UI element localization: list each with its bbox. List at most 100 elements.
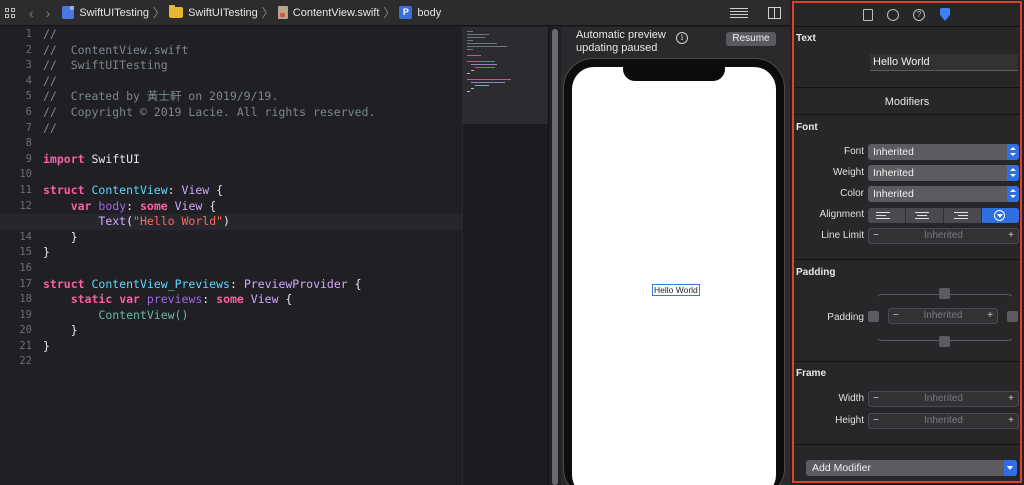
source-code[interactable]: // // ContentView.swift // SwiftUITestin… bbox=[0, 27, 462, 370]
line-number: 7 bbox=[25, 121, 32, 134]
scrollbar-thumb[interactable] bbox=[552, 29, 558, 485]
line-number: 2 bbox=[25, 43, 32, 56]
jump-bar: ‹ › SwiftUITesting 〉 SwiftUITesting 〉 Co… bbox=[0, 0, 790, 26]
line-number: 15 bbox=[19, 246, 32, 259]
code-line-active: Text("Hello World") bbox=[0, 214, 462, 230]
resume-button[interactable]: Resume bbox=[726, 32, 776, 46]
line-number: 6 bbox=[25, 105, 32, 118]
line-number: 4 bbox=[25, 74, 32, 87]
line-number: 14 bbox=[19, 230, 32, 243]
code-line: ContentView() bbox=[98, 307, 189, 322]
breadcrumb-separator: 〉 bbox=[261, 6, 274, 20]
align-center-icon[interactable] bbox=[906, 208, 944, 223]
chevron-down-icon bbox=[1004, 460, 1017, 476]
divider bbox=[794, 87, 1020, 88]
increment-button[interactable]: + bbox=[1008, 229, 1014, 243]
decrement-button[interactable]: − bbox=[873, 229, 879, 243]
code-line: struct ContentView_Previews: PreviewProv… bbox=[43, 276, 362, 291]
increment-button[interactable]: + bbox=[1008, 392, 1014, 406]
attributes-inspector-icon[interactable] bbox=[939, 8, 951, 21]
related-items-grid-icon[interactable] bbox=[5, 7, 15, 18]
preview-paused-message: Automatic preview updating paused bbox=[576, 29, 666, 54]
code-line: } bbox=[43, 245, 50, 260]
breadcrumb-file[interactable]: ContentView.swift bbox=[293, 7, 380, 19]
padding-leading-checkbox[interactable] bbox=[868, 311, 879, 322]
line-limit-stepper[interactable]: − Inherited + bbox=[868, 228, 1019, 244]
breadcrumb-group[interactable]: SwiftUITesting bbox=[188, 7, 258, 19]
preview-hello-text[interactable]: Hello World bbox=[652, 284, 700, 296]
weight-popup[interactable]: Inherited bbox=[868, 165, 1019, 181]
modifiers-title: Modifiers bbox=[884, 96, 930, 108]
color-label: Color bbox=[840, 188, 864, 199]
decrement-button[interactable]: − bbox=[873, 392, 879, 406]
align-trailing-icon[interactable] bbox=[944, 208, 982, 223]
back-arrow-icon[interactable]: ‹ bbox=[29, 5, 34, 21]
padding-trailing-checkbox[interactable] bbox=[1007, 311, 1018, 322]
swift-file-icon bbox=[277, 6, 288, 19]
add-modifier-button[interactable]: Add Modifier bbox=[806, 460, 1017, 476]
font-label: Font bbox=[843, 146, 864, 157]
breadcrumb-separator: 〉 bbox=[383, 6, 396, 20]
height-stepper[interactable]: − Inherited + bbox=[868, 413, 1019, 429]
divider bbox=[794, 114, 1020, 115]
device-screen[interactable]: Hello World bbox=[572, 67, 776, 485]
line-limit-label: Line Limit bbox=[821, 230, 864, 241]
code-line: static var previews: some View { bbox=[70, 292, 293, 307]
color-popup[interactable]: Inherited bbox=[868, 186, 1019, 202]
code-line: // ContentView.swift bbox=[43, 42, 189, 57]
line-number: 5 bbox=[25, 90, 32, 103]
decrement-button[interactable]: − bbox=[873, 414, 879, 428]
attributes-inspector: ? Text Hello World Modifiers Font Font I… bbox=[792, 1, 1022, 483]
line-number: 17 bbox=[19, 277, 32, 290]
padding-bottom-checkbox[interactable] bbox=[939, 336, 950, 347]
editor-scrollbar[interactable] bbox=[548, 27, 560, 485]
code-line: } bbox=[43, 338, 50, 353]
text-value-field[interactable]: Hello World bbox=[870, 54, 1018, 71]
popup-arrows-icon bbox=[1007, 186, 1019, 202]
breadcrumb-separator: 〉 bbox=[153, 6, 166, 20]
history-icon[interactable] bbox=[887, 8, 899, 21]
line-number: 19 bbox=[19, 308, 32, 321]
code-line: import SwiftUI bbox=[43, 151, 140, 166]
font-section-title: Font bbox=[796, 122, 818, 133]
preview-canvas: Automatic preview updating paused i Resu… bbox=[561, 27, 790, 485]
frame-section-title: Frame bbox=[796, 368, 827, 379]
code-editor[interactable]: 12345678910111213141516171819202122 // /… bbox=[0, 27, 462, 485]
increment-button[interactable]: + bbox=[987, 309, 993, 323]
split-editor-icon[interactable] bbox=[768, 7, 781, 19]
alignment-segmented-control[interactable] bbox=[868, 208, 1019, 223]
align-inherited-icon[interactable] bbox=[982, 208, 1019, 223]
popup-arrows-icon bbox=[1007, 165, 1019, 181]
width-stepper[interactable]: − Inherited + bbox=[868, 391, 1019, 407]
popup-arrows-icon bbox=[1007, 144, 1019, 160]
line-number: 9 bbox=[25, 152, 32, 165]
breadcrumb: SwiftUITesting 〉 SwiftUITesting 〉 Conten… bbox=[50, 4, 441, 21]
minimap[interactable] bbox=[462, 27, 549, 485]
editor-options-icon[interactable] bbox=[730, 7, 748, 19]
inspector-tabs: ? bbox=[794, 3, 1020, 27]
code-line: } bbox=[70, 323, 78, 338]
breadcrumb-symbol[interactable]: body bbox=[417, 7, 441, 19]
weight-label: Weight bbox=[833, 167, 864, 178]
code-line: // Created by 黃士軒 on 2019/9/19. bbox=[43, 89, 279, 104]
line-number: 21 bbox=[19, 339, 32, 352]
file-inspector-icon[interactable] bbox=[863, 8, 873, 21]
info-icon[interactable]: i bbox=[676, 32, 688, 44]
code-line: struct ContentView: View { bbox=[43, 182, 224, 197]
padding-stepper[interactable]: − Inherited + bbox=[888, 308, 998, 324]
padding-top-checkbox[interactable] bbox=[939, 288, 950, 299]
code-line: } bbox=[70, 229, 78, 244]
minimap-viewport[interactable] bbox=[463, 27, 549, 124]
code-line: // SwiftUITesting bbox=[43, 58, 168, 73]
quick-help-icon[interactable]: ? bbox=[913, 8, 925, 21]
breadcrumb-project[interactable]: SwiftUITesting bbox=[79, 7, 149, 19]
code-line: // Copyright © 2019 Lacie. All rights re… bbox=[43, 104, 376, 119]
font-popup[interactable]: Inherited bbox=[868, 144, 1019, 160]
align-leading-icon[interactable] bbox=[868, 208, 906, 223]
decrement-button[interactable]: − bbox=[893, 309, 899, 323]
line-number: 8 bbox=[25, 137, 32, 150]
line-number: 12 bbox=[19, 199, 32, 212]
alignment-label: Alignment bbox=[819, 209, 864, 220]
increment-button[interactable]: + bbox=[1008, 414, 1014, 428]
